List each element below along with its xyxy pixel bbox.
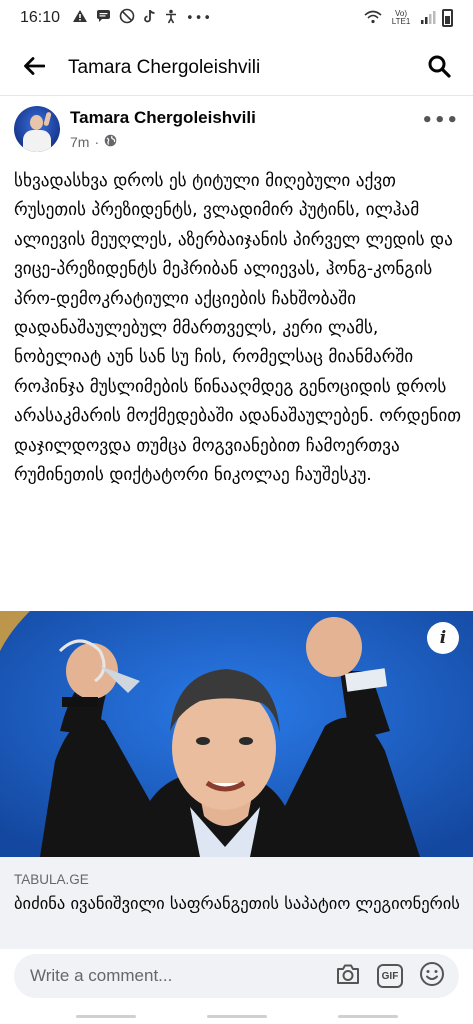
more-dots-icon: •••: [186, 10, 213, 26]
smiley-icon: [419, 961, 445, 991]
gif-button[interactable]: GIF: [375, 961, 405, 991]
info-button[interactable]: i: [427, 622, 459, 654]
alert-icon: [72, 9, 88, 27]
status-time: 16:10: [20, 9, 61, 26]
status-bar: 16:10 ••• Vo) LTE1: [0, 0, 473, 36]
comment-bar: GIF: [0, 950, 473, 1006]
page-title: Tamara Chergoleishvili: [68, 56, 261, 78]
search-button[interactable]: [423, 52, 455, 84]
system-nav-bar: [0, 1008, 473, 1024]
post-text: სხვადასხვა დროს ეს ტიტული მიღებული აქვთ …: [14, 171, 462, 486]
back-button[interactable]: [18, 52, 50, 84]
info-icon: i: [439, 628, 447, 648]
nav-back-indicator[interactable]: [337, 1014, 398, 1018]
wifi-icon: [364, 10, 382, 27]
post-time[interactable]: 7m: [70, 134, 89, 150]
message-icon: [96, 9, 111, 27]
search-icon: [427, 54, 451, 82]
battery-icon: [442, 9, 453, 27]
post-options-button[interactable]: •••: [421, 110, 459, 131]
comment-box: GIF: [14, 954, 459, 998]
post-meta: 7m ·: [70, 134, 256, 150]
photo-person-celebrating: [0, 611, 473, 857]
notification-icons: •••: [72, 8, 212, 28]
camera-icon: [335, 962, 361, 990]
link-preview-image[interactable]: i: [0, 611, 473, 857]
avatar[interactable]: [14, 106, 60, 152]
globe-icon: [104, 134, 117, 150]
nav-home-indicator[interactable]: [206, 1014, 267, 1018]
nav-recent-indicator[interactable]: [75, 1014, 136, 1018]
tiktok-icon: [143, 9, 156, 28]
emoji-button[interactable]: [417, 961, 447, 991]
camera-button[interactable]: [333, 961, 363, 991]
signal-icon: [420, 10, 436, 27]
gif-icon: GIF: [377, 964, 403, 988]
author-name[interactable]: Tamara Chergoleishvili: [70, 108, 256, 128]
top-app-bar: Tamara Chergoleishvili: [0, 40, 473, 96]
comment-input[interactable]: [30, 966, 321, 986]
more-horizontal-icon: •••: [421, 110, 459, 131]
author-block: Tamara Chergoleishvili 7m ·: [70, 108, 256, 150]
blocked-icon: [119, 8, 135, 28]
back-arrow-icon: [23, 56, 46, 79]
accessibility-icon: [164, 9, 178, 28]
link-title: ბიძინა ივანიშვილი საფრანგეთის საპატიო ლე…: [14, 894, 459, 913]
post-header: Tamara Chergoleishvili 7m · •••: [0, 100, 473, 160]
meta-separator: ·: [94, 134, 100, 150]
link-preview-footer[interactable]: TABULA.GE ბიძინა ივანიშვილი საფრანგეთის …: [0, 857, 473, 949]
link-domain: TABULA.GE: [14, 872, 89, 887]
network-label: Vo) LTE1: [391, 9, 411, 26]
